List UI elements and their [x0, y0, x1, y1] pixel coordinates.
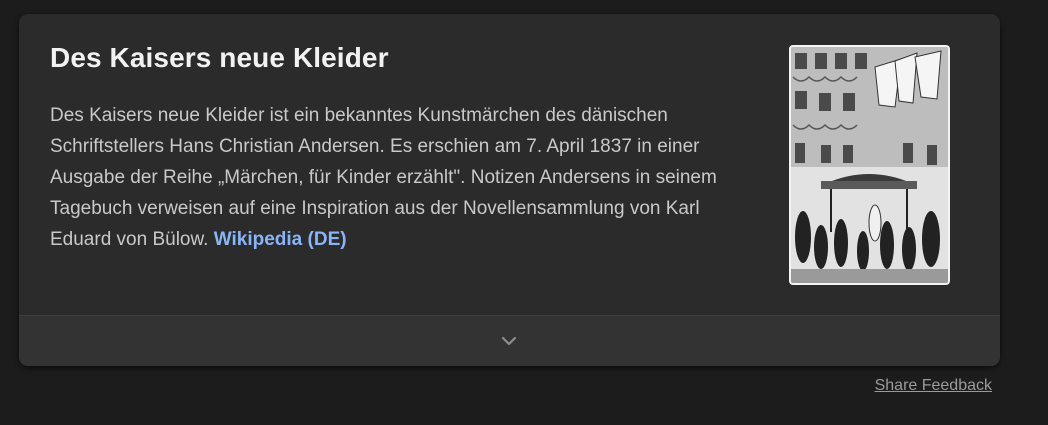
- wikipedia-link[interactable]: Wikipedia (DE): [214, 229, 347, 250]
- card-title: Des Kaisers neue Kleider: [50, 42, 389, 73]
- illustration-thumbnail[interactable]: [789, 45, 950, 285]
- description-text: Des Kaisers neue Kleider ist ein bekannt…: [50, 105, 717, 250]
- card-description: Des Kaisers neue Kleider ist ein bekannt…: [50, 100, 760, 255]
- expand-button[interactable]: [489, 326, 529, 356]
- knowledge-card: Des Kaisers neue Kleider Des Kaisers neu…: [19, 14, 1000, 366]
- card-footer: [19, 315, 1000, 366]
- share-feedback-link[interactable]: Share Feedback: [875, 377, 992, 395]
- chevron-down-icon: [501, 336, 517, 346]
- illustration-image: [791, 47, 948, 283]
- card-body: Des Kaisers neue Kleider Des Kaisers neu…: [19, 14, 1000, 315]
